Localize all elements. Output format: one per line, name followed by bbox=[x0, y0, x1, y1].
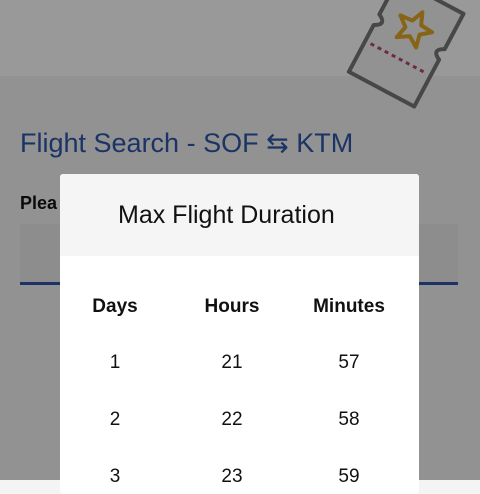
dialog-header: Max Flight Duration bbox=[60, 174, 419, 256]
picker-row: 1 21 57 bbox=[60, 352, 419, 376]
days-option[interactable]: 3 bbox=[60, 466, 170, 488]
hours-option[interactable]: 22 bbox=[177, 409, 287, 431]
minutes-column-header: Minutes bbox=[313, 296, 385, 317]
minutes-option[interactable]: 59 bbox=[294, 466, 404, 488]
days-option[interactable]: 2 bbox=[60, 409, 170, 431]
minutes-option[interactable]: 58 bbox=[294, 409, 404, 431]
hours-column-header: Hours bbox=[204, 296, 260, 317]
dialog-title: Max Flight Duration bbox=[118, 200, 335, 229]
picker-row: 3 23 59 bbox=[60, 466, 419, 490]
minutes-option[interactable]: 57 bbox=[294, 352, 404, 374]
picker-column-headers: Days Hours Minutes bbox=[60, 296, 419, 320]
days-column-header: Days bbox=[92, 296, 138, 317]
hours-option[interactable]: 21 bbox=[177, 352, 287, 374]
days-option[interactable]: 1 bbox=[60, 352, 170, 374]
duration-picker-dialog: Max Flight Duration Days Hours Minutes 1… bbox=[60, 174, 419, 494]
picker-row: 2 22 58 bbox=[60, 409, 419, 433]
hours-option[interactable]: 23 bbox=[177, 466, 287, 488]
